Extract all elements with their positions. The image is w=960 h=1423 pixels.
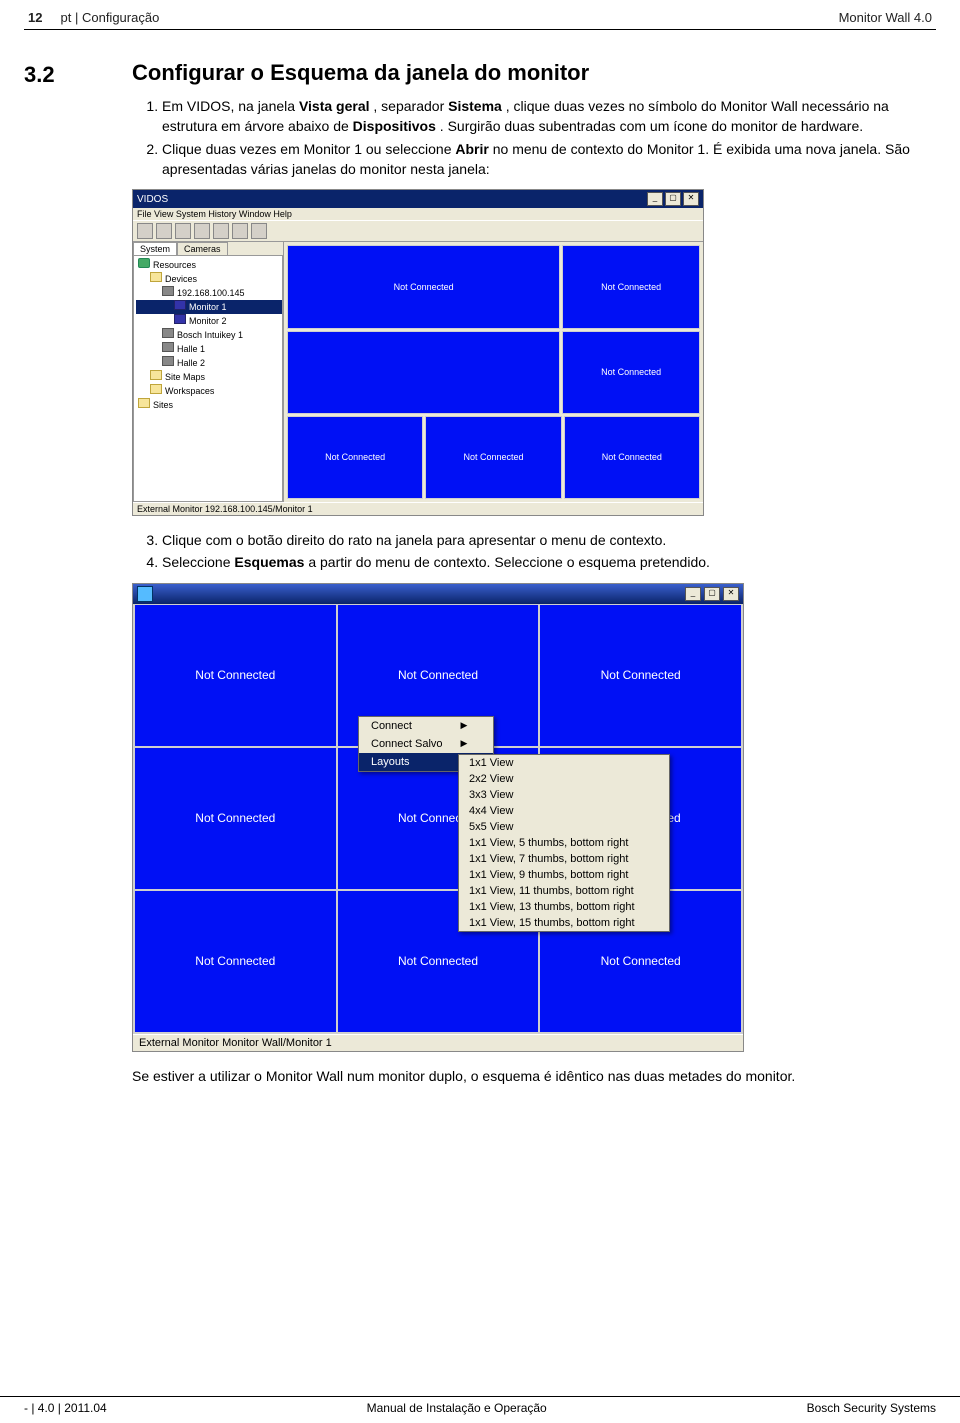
toolbar-button[interactable] xyxy=(232,223,248,239)
tree-resources: Resources xyxy=(136,258,282,272)
layouts-submenu[interactable]: 1x1 View 2x2 View 3x3 View 4x4 View 5x5 … xyxy=(458,754,670,932)
footer-right: Bosch Security Systems xyxy=(807,1401,936,1415)
page-number: 12 xyxy=(28,10,42,25)
steps-list-2: Clique com o botão direito do rato na ja… xyxy=(132,530,936,573)
header-right: Monitor Wall 4.0 xyxy=(839,10,932,25)
header-left: 12 pt | Configuração xyxy=(28,10,159,25)
tree-monitor-2: Monitor 2 xyxy=(136,314,282,328)
vidos-toolbar[interactable] xyxy=(133,220,703,242)
toolbar-button[interactable] xyxy=(251,223,267,239)
monitor-cell[interactable]: Not Connected xyxy=(425,416,561,499)
page-footer: - | 4.0 | 2011.04 Manual de Instalação e… xyxy=(0,1396,960,1415)
layout-option[interactable]: 4x4 View xyxy=(459,803,669,819)
vidos-menubar[interactable]: File View System History Window Help xyxy=(133,208,703,220)
vidos-screenshot: VIDOS _ ▢ ✕ File View System History Win… xyxy=(132,189,704,516)
chevron-right-icon: ▶ xyxy=(461,720,468,731)
tree-monitor-1: Monitor 1 xyxy=(136,300,282,314)
layout-option[interactable]: 1x1 View, 13 thumbs, bottom right xyxy=(459,899,669,915)
layout-option[interactable]: 5x5 View xyxy=(459,819,669,835)
toolbar-button[interactable] xyxy=(175,223,191,239)
page-header: 12 pt | Configuração Monitor Wall 4.0 xyxy=(24,10,936,30)
layout-option[interactable]: 1x1 View xyxy=(459,755,669,771)
layouts-titlebar: _ ▢ ✕ xyxy=(133,584,743,604)
vidos-sidebar: System Cameras Resources Devices 192.168… xyxy=(133,242,284,502)
vidos-statusbar: External Monitor 192.168.100.145/Monitor… xyxy=(133,502,703,515)
tree-devices: Devices xyxy=(136,272,282,286)
sidebar-tabs: System Cameras xyxy=(133,242,283,255)
tree-workspaces: Workspaces xyxy=(136,384,282,398)
device-tree[interactable]: Resources Devices 192.168.100.145 Monito… xyxy=(133,255,283,502)
toolbar-button[interactable] xyxy=(156,223,172,239)
footer-center: Manual de Instalação e Operação xyxy=(367,1401,547,1415)
tree-intuikey: Bosch Intuikey 1 xyxy=(136,328,282,342)
tree-sites: Sites xyxy=(136,398,282,412)
vidos-monitorgrid: Not Connected Not Connected Not Connecte… xyxy=(284,242,703,502)
layout-option[interactable]: 1x1 View, 9 thumbs, bottom right xyxy=(459,867,669,883)
step-1: Em VIDOS, na janela Vista geral , separa… xyxy=(162,96,936,137)
tab-cameras[interactable]: Cameras xyxy=(177,242,228,255)
toolbar-button[interactable] xyxy=(194,223,210,239)
minimize-icon[interactable]: _ xyxy=(647,192,663,206)
layouts-grid: Not Connected Not Connected Not Connecte… xyxy=(133,604,743,1034)
section-number: 3.2 xyxy=(24,60,124,1092)
layout-option[interactable]: 1x1 View, 11 thumbs, bottom right xyxy=(459,883,669,899)
layout-option[interactable]: 1x1 View, 5 thumbs, bottom right xyxy=(459,835,669,851)
toolbar-button[interactable] xyxy=(137,223,153,239)
maximize-icon[interactable]: ▢ xyxy=(665,192,681,206)
step-4: Seleccione Esquemas a partir do menu de … xyxy=(162,552,936,572)
monitor-cell[interactable]: Not Connected xyxy=(134,747,337,890)
layout-option[interactable]: 1x1 View, 15 thumbs, bottom right xyxy=(459,915,669,931)
toolbar-button[interactable] xyxy=(213,223,229,239)
monitor-cell[interactable]: Not Connected xyxy=(539,604,742,747)
close-icon[interactable]: ✕ xyxy=(723,587,739,601)
layouts-screenshot: _ ▢ ✕ Not Connected Not Connected Not Co… xyxy=(132,583,744,1052)
layout-option[interactable]: 2x2 View xyxy=(459,771,669,787)
maximize-icon[interactable]: ▢ xyxy=(704,587,720,601)
vidos-titlebar: VIDOS _ ▢ ✕ xyxy=(133,190,703,208)
tree-halle2: Halle 2 xyxy=(136,356,282,370)
layouts-statusbar: External Monitor Monitor Wall/Monitor 1 xyxy=(133,1034,743,1051)
layout-option[interactable]: 3x3 View xyxy=(459,787,669,803)
close-icon[interactable]: ✕ xyxy=(683,192,699,206)
vidos-title: VIDOS xyxy=(137,194,168,205)
step-3: Clique com o botão direito do rato na ja… xyxy=(162,530,936,550)
tree-ip: 192.168.100.145 xyxy=(136,286,282,300)
ctx-connect[interactable]: Connect▶ xyxy=(359,717,493,735)
monitor-cell[interactable] xyxy=(287,331,560,414)
note-text: Se estiver a utilizar o Monitor Wall num… xyxy=(132,1066,936,1086)
monitor-cell[interactable]: Not Connected xyxy=(564,416,700,499)
tree-halle1: Halle 1 xyxy=(136,342,282,356)
chevron-right-icon: ▶ xyxy=(461,738,468,749)
monitor-cell[interactable]: Not Connected xyxy=(287,245,560,328)
monitor-cell[interactable]: Not Connected xyxy=(134,604,337,747)
tab-system[interactable]: System xyxy=(133,242,177,255)
ctx-connect-salvo[interactable]: Connect Salvo▶ xyxy=(359,735,493,753)
section-title: Configurar o Esquema da janela do monito… xyxy=(132,60,936,86)
breadcrumb: pt | Configuração xyxy=(61,10,160,25)
window-icon xyxy=(137,586,153,602)
monitor-cell[interactable]: Not Connected xyxy=(562,331,700,414)
footer-left: - | 4.0 | 2011.04 xyxy=(24,1401,107,1415)
step-2: Clique duas vezes em Monitor 1 ou selecc… xyxy=(162,139,936,180)
tree-sitemaps: Site Maps xyxy=(136,370,282,384)
steps-list-1: Em VIDOS, na janela Vista geral , separa… xyxy=(132,96,936,179)
monitor-cell[interactable]: Not Connected xyxy=(562,245,700,328)
monitor-cell[interactable]: Not Connected xyxy=(134,890,337,1033)
monitor-cell[interactable]: Not Connected xyxy=(287,416,423,499)
minimize-icon[interactable]: _ xyxy=(685,587,701,601)
layout-option[interactable]: 1x1 View, 7 thumbs, bottom right xyxy=(459,851,669,867)
